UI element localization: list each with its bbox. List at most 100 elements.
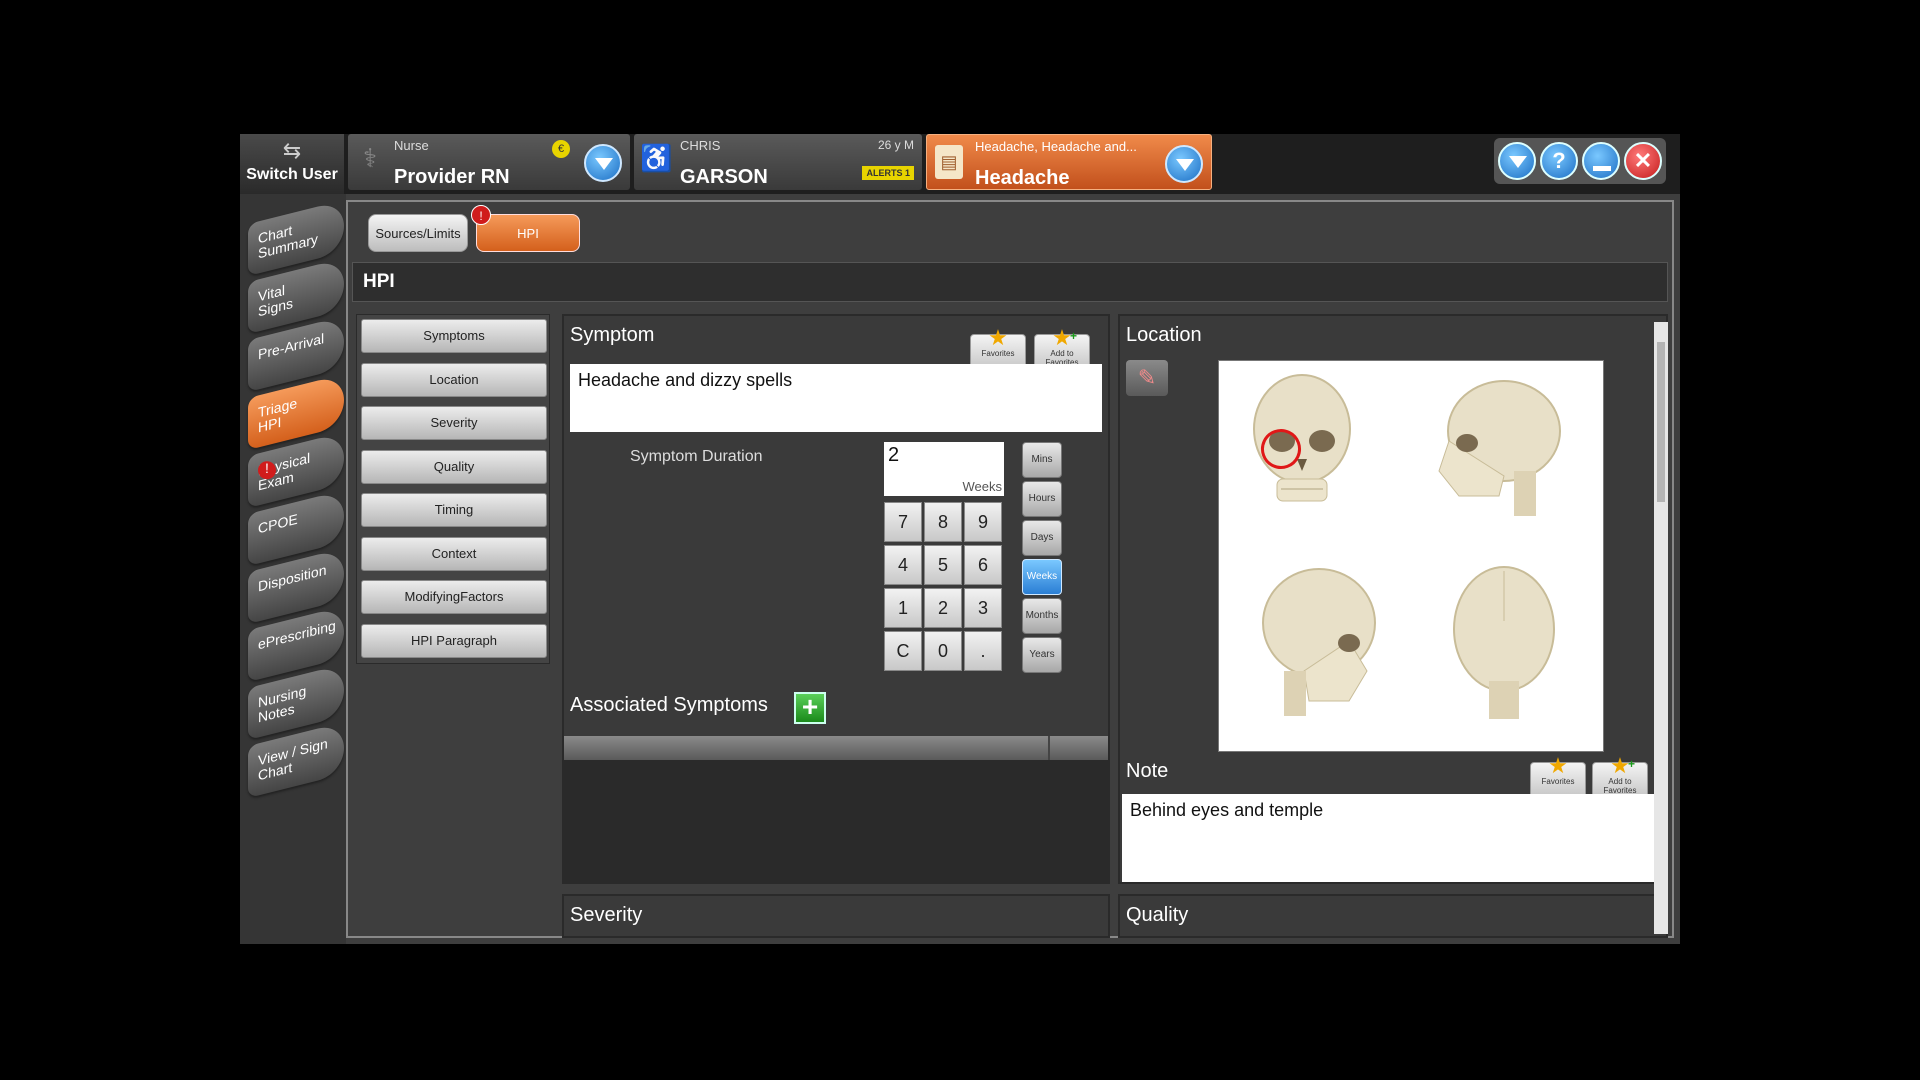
- hpi-section-button[interactable]: ModifyingFactors: [361, 580, 547, 614]
- complaint-selector[interactable]: ▤ Headache, Headache and... Headache: [926, 134, 1212, 190]
- tab-hpi[interactable]: ! HPI: [471, 205, 580, 252]
- duration-display[interactable]: 2 Weeks: [884, 442, 1004, 496]
- minimize-button[interactable]: [1582, 142, 1620, 180]
- keypad-key[interactable]: 6: [964, 545, 1002, 585]
- nav-alert-badge: !: [258, 460, 276, 480]
- switch-arrows-icon: ⇆: [282, 138, 302, 163]
- duration-unit: Weeks: [962, 479, 1003, 494]
- eraser-button[interactable]: ✎: [1126, 360, 1168, 396]
- keypad-key[interactable]: 1: [884, 588, 922, 628]
- note-add-favorites-label: Add to Favorites: [1603, 777, 1637, 795]
- nav-item-label: Triage HPI: [258, 394, 298, 436]
- nav-item-label: View / Sign Chart: [258, 735, 328, 784]
- coin-icon: €: [552, 140, 570, 158]
- complaint-summary: Headache, Headache and...: [975, 139, 1137, 154]
- quality-panel: Quality: [1118, 894, 1668, 938]
- patient-last-name: GARSON: [680, 166, 768, 188]
- main-scrollbar[interactable]: [1654, 322, 1668, 934]
- patient-banner[interactable]: ♿ CHRIS 26 y M GARSON ALERTS 1: [634, 134, 922, 190]
- switch-user-button[interactable]: ⇆ Switch User: [240, 134, 344, 194]
- section-title: HPI: [352, 262, 1668, 302]
- provider-name: Provider RN: [394, 166, 510, 188]
- nav-item-label: CPOE: [258, 510, 298, 537]
- switch-user-label: Switch User: [246, 166, 338, 183]
- star-add-icon: ★: [1610, 753, 1630, 778]
- note-text-field[interactable]: Behind eyes and temple: [1122, 794, 1662, 882]
- hpi-section-button[interactable]: Quality: [361, 449, 547, 484]
- unit-button-months[interactable]: Months: [1022, 598, 1062, 634]
- window-controls: ? ✕: [1494, 138, 1666, 184]
- unit-button-days[interactable]: Days: [1022, 520, 1062, 556]
- add-associated-symptom-button[interactable]: +: [794, 692, 826, 724]
- severity-panel: Severity: [562, 894, 1110, 938]
- alerts-badge[interactable]: ALERTS 1: [862, 166, 914, 180]
- provider-role: Nurse: [394, 138, 429, 153]
- grid-header-separator: [1048, 736, 1050, 760]
- keypad-key[interactable]: 8: [924, 502, 962, 542]
- left-nav: Chart Summary Vital Signs Pre-Arrival Triag…: [240, 194, 346, 944]
- top-bar: ⇆ Switch User ⚕ Nurse € Provider RN ♿ CH…: [240, 134, 1680, 194]
- hpi-section-button[interactable]: Severity: [361, 406, 547, 440]
- keypad-key[interactable]: C: [884, 631, 922, 671]
- hpi-section-button[interactable]: Symptoms: [361, 319, 547, 353]
- keypad-key[interactable]: 7: [884, 502, 922, 542]
- duration-value: 2: [888, 444, 900, 466]
- hpi-section-list: Symptoms Location Severity Quality Timing Con…: [356, 314, 550, 664]
- hpi-alert-badge: !: [471, 205, 491, 225]
- skull-location-diagram[interactable]: [1218, 360, 1604, 752]
- skull-oblique-image: [1262, 568, 1376, 716]
- skull-side-image: [1438, 380, 1561, 516]
- unit-button-hours[interactable]: Hours: [1022, 481, 1062, 517]
- keypad-key[interactable]: 5: [924, 545, 962, 585]
- close-button[interactable]: ✕: [1624, 142, 1662, 180]
- location-panel: Location ✎ Note ★ Favorites ★ + Add to F…: [1118, 314, 1668, 884]
- note-title: Note: [1126, 760, 1169, 782]
- symptom-text-field[interactable]: Headache and dizzy spells: [570, 364, 1102, 432]
- main-content: Sources/Limits ! HPI HPI Symptoms Locatio…: [346, 200, 1674, 938]
- hpi-section-button[interactable]: Location: [361, 362, 547, 397]
- nav-item-label: Disposition: [258, 561, 327, 595]
- star-icon: ★: [1548, 753, 1568, 778]
- skull-back-image: [1453, 566, 1555, 719]
- provider-dropdown-button[interactable]: [584, 144, 622, 182]
- eraser-icon: ✎: [1137, 365, 1157, 390]
- keypad-key[interactable]: 3: [964, 588, 1002, 628]
- help-button[interactable]: ?: [1540, 142, 1578, 180]
- star-icon: ★: [988, 325, 1008, 350]
- complaint-dropdown-button[interactable]: [1165, 145, 1203, 183]
- keypad-key[interactable]: .: [964, 631, 1002, 671]
- duration-label: Symptom Duration: [630, 448, 763, 465]
- scroll-thumb[interactable]: [1657, 342, 1665, 502]
- plus-icon: +: [1627, 757, 1635, 771]
- patient-age-sex: 26 y M: [877, 138, 914, 152]
- severity-title: Severity: [570, 904, 643, 926]
- tab-sources-limits[interactable]: Sources/Limits: [368, 214, 468, 252]
- hpi-section-button[interactable]: HPI Paragraph: [361, 623, 547, 658]
- complaint-main: Headache: [975, 167, 1070, 189]
- grid-header: [564, 736, 1108, 760]
- keypad-key[interactable]: 2: [924, 588, 962, 628]
- patient-icon: ♿: [640, 143, 673, 173]
- symptom-panel: Symptom ★ Favorites ★ + Add to Favorites…: [562, 314, 1110, 884]
- stethoscope-icon: ⚕: [362, 143, 378, 173]
- associated-symptoms-grid[interactable]: [564, 736, 1108, 882]
- associated-symptoms-title: Associated Symptoms: [570, 694, 768, 716]
- unit-button-years[interactable]: Years: [1022, 637, 1062, 673]
- keypad-key[interactable]: 4: [884, 545, 922, 585]
- location-title: Location: [1126, 324, 1202, 346]
- nav-item-label: Chart Summary: [258, 221, 318, 262]
- hpi-section-button[interactable]: Context: [361, 536, 547, 571]
- patient-first-name: CHRIS: [680, 138, 721, 153]
- unit-button-mins[interactable]: Mins: [1022, 442, 1062, 478]
- provider-selector[interactable]: ⚕ Nurse € Provider RN: [348, 134, 630, 190]
- plus-icon: +: [1069, 329, 1077, 343]
- hpi-section-button[interactable]: Timing: [361, 493, 547, 527]
- keypad-key[interactable]: 9: [964, 502, 1002, 542]
- keypad-key[interactable]: 0: [924, 631, 962, 671]
- note-favorites-label: Favorites: [1541, 777, 1575, 786]
- nav-item-label: Nursing Notes: [258, 682, 307, 726]
- clipboard-icon: ▤: [935, 145, 963, 179]
- quality-title: Quality: [1126, 904, 1189, 926]
- menu-dropdown-button[interactable]: [1498, 142, 1536, 180]
- unit-button-weeks[interactable]: Weeks: [1022, 559, 1062, 595]
